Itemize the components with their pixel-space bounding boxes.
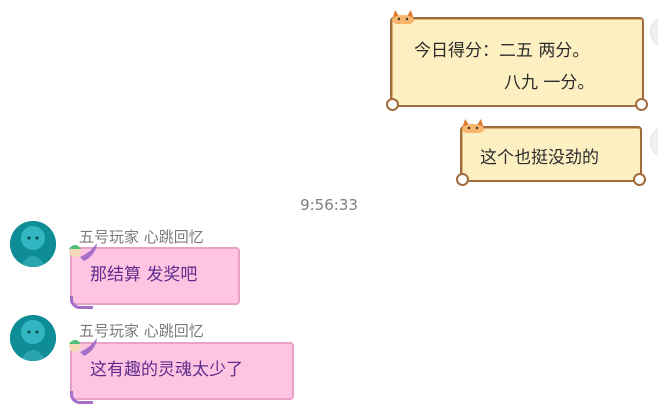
message-text: 那结算 发奖吧 [90, 265, 198, 285]
message-text: 这有趣的灵魂太少了 [90, 360, 243, 380]
message-line: 这个也挺没劲的 [480, 148, 599, 168]
message-bubble-self[interactable]: 这个也挺没劲的 [456, 119, 646, 186]
bubble-corner-curl [633, 173, 646, 186]
bubble-corner-curl [635, 98, 648, 111]
message-bubble-other[interactable]: 那结算 发奖吧 [69, 243, 240, 309]
message-bubble-other[interactable]: 这有趣的灵魂太少了 [69, 338, 294, 404]
bubble-corner-decoration [70, 391, 93, 404]
bubble-corner-curl [386, 98, 399, 111]
message-line: 八九 一分。 [504, 73, 595, 93]
self-avatar-partial[interactable] [650, 126, 658, 158]
bubble-corner-curl [456, 173, 469, 186]
message-line: 今日得分：二五 两分。 [414, 41, 590, 61]
avatar-teal-doll [10, 315, 56, 361]
cat-sticker-icon [392, 10, 414, 24]
self-avatar-partial[interactable] [650, 16, 658, 48]
avatar[interactable] [10, 315, 56, 361]
message-bubble-self[interactable]: 今日得分：二五 两分。 八九 一分。 [386, 10, 648, 111]
timestamp: 9:56:33 [300, 196, 358, 214]
avatar[interactable] [10, 221, 56, 267]
cat-sticker-icon [462, 119, 484, 133]
bubble-corner-decoration [70, 296, 93, 309]
avatar-teal-doll [10, 221, 56, 267]
